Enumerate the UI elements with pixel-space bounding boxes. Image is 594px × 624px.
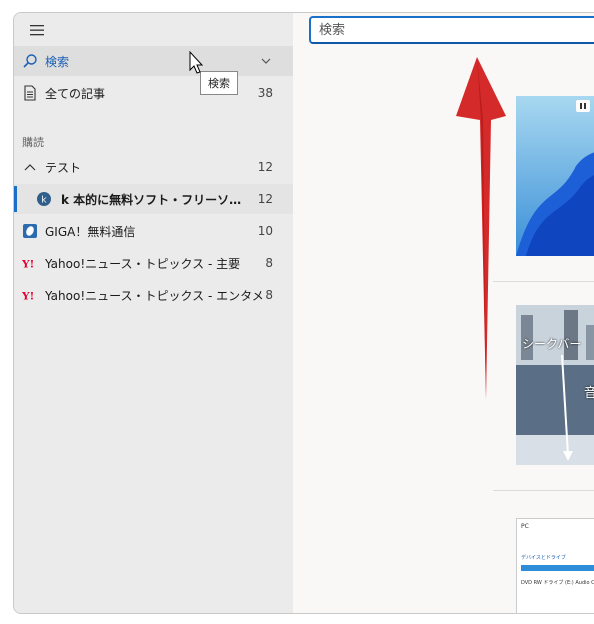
search-icon xyxy=(22,53,38,69)
hamburger-menu-icon[interactable] xyxy=(28,23,48,37)
thumbnail-section: デバイスとドライブ xyxy=(521,555,566,561)
unread-count: 10 xyxy=(257,224,273,238)
unread-count: 8 xyxy=(265,256,273,270)
chevron-up-icon[interactable] xyxy=(22,159,38,175)
list-divider xyxy=(493,490,594,491)
document-icon xyxy=(22,85,38,101)
thumbnail-caption: 音 xyxy=(584,382,594,401)
svg-text:Y!: Y! xyxy=(22,257,34,270)
thumbnail-folder-title: PC xyxy=(521,523,529,530)
tooltip: 検索 xyxy=(200,71,238,95)
section-title: 購読 xyxy=(22,136,44,149)
unread-count: 38 xyxy=(257,86,273,100)
sidebar-item-label: 全ての記事 xyxy=(45,86,106,101)
feed-favicon-icon xyxy=(22,223,38,239)
thumbnail-item: DVD RW ドライブ (E:) Audio CD xyxy=(521,580,594,586)
yahoo-logo-icon: Y! xyxy=(22,255,38,271)
yahoo-logo-icon: Y! xyxy=(22,287,38,303)
feed-label: Yahoo!ニュース・トピックス - 主要 xyxy=(45,256,241,271)
selection-indicator xyxy=(14,186,17,212)
chevron-down-icon[interactable] xyxy=(261,54,271,68)
article-thumbnail[interactable]: PC デバイスとドライブ DVD RW ドライブ (E:) Audio CD xyxy=(516,518,594,613)
feed-label: Yahoo!ニュース・トピックス - エンタメ xyxy=(45,288,264,303)
unread-count: 8 xyxy=(265,288,273,302)
list-divider xyxy=(493,281,594,282)
sidebar-feed-item[interactable]: Y! Yahoo!ニュース・トピックス - エンタメ 8 xyxy=(14,280,293,310)
unread-count: 12 xyxy=(257,160,273,174)
sidebar-item-label: 検索 xyxy=(45,54,70,69)
article-thumbnail[interactable] xyxy=(516,96,594,256)
svg-text:Y!: Y! xyxy=(22,289,34,302)
sidebar-feed-item[interactable]: Y! Yahoo!ニュース・トピックス - 主要 8 xyxy=(14,248,293,278)
feed-favicon-icon: k xyxy=(36,191,52,207)
sidebar-feed-item[interactable]: GIGA！無料通信 10 xyxy=(14,216,293,246)
sidebar-folder-test[interactable]: テスト 12 xyxy=(14,152,293,182)
sidebar-item-all-articles[interactable]: 全ての記事 38 xyxy=(14,78,293,108)
feed-label: k 本的に無料ソフト・フリーソフト 更新... xyxy=(61,192,251,207)
sidebar: 検索 全ての記事 38 購読 テスト 12 k k 本的に無料ソフト・フリーソフ… xyxy=(14,13,293,613)
search-input[interactable] xyxy=(309,16,594,44)
app-window: 検索 全ての記事 38 購読 テスト 12 k k 本的に無料ソフト・フリーソフ… xyxy=(13,12,594,614)
svg-text:k: k xyxy=(41,196,47,206)
sidebar-item-search[interactable]: 検索 xyxy=(14,46,293,76)
unread-count: 12 xyxy=(257,192,273,206)
article-thumbnail[interactable]: シークバー 音 xyxy=(516,305,594,465)
thumbnail-bar xyxy=(521,565,594,571)
thumbnail-caption: シークバー xyxy=(522,337,582,351)
feed-label: GIGA！無料通信 xyxy=(45,224,136,239)
folder-label: テスト xyxy=(45,160,82,175)
sidebar-feed-item[interactable]: k k 本的に無料ソフト・フリーソフト 更新... 12 xyxy=(14,184,293,214)
article-list-pane: シークバー 音 PC デバイスとドライブ DVD RW ドライブ (E:) Au… xyxy=(293,13,594,613)
